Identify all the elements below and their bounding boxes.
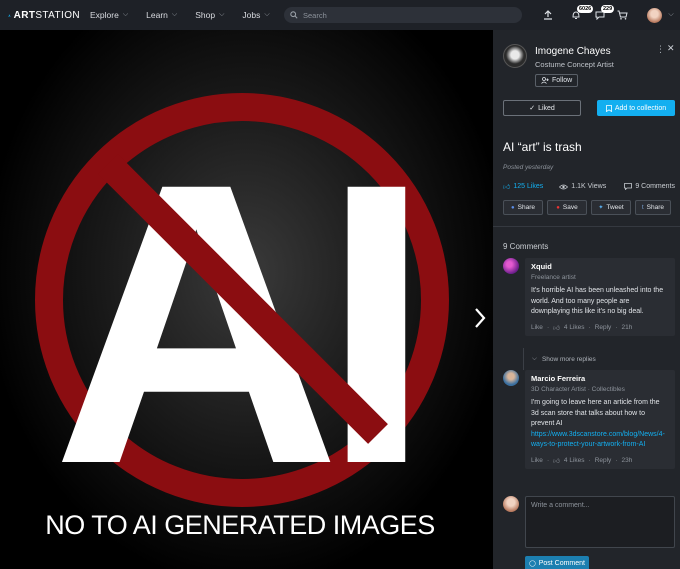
- facebook-share-button[interactable]: ● Share: [503, 200, 543, 215]
- comments-count-stat[interactable]: 9 Comments: [624, 183, 675, 190]
- close-icon[interactable]: ✕: [667, 43, 675, 54]
- chevron-down-icon: ⌵: [264, 11, 270, 18]
- search-icon: [290, 11, 298, 19]
- artwork-image: AI NO TO AI GENERATED IMAGES: [0, 30, 493, 569]
- commenter-role: Freelance artist: [531, 274, 576, 281]
- comments-header: 9 Comments: [503, 242, 549, 251]
- commenter-avatar[interactable]: [503, 258, 519, 274]
- artstation-logo[interactable]: ARTSTATION: [8, 10, 80, 21]
- comment-text: It's horrible AI has been unleashed into…: [531, 287, 664, 315]
- likes-count[interactable]: 👍︎ 125 Likes: [503, 182, 543, 191]
- comment-meta: Like · 👍︎ 4 Likes · Reply · 21h: [531, 324, 633, 332]
- comment-time: 23h: [621, 457, 633, 464]
- comment-link[interactable]: https://www.3dscanstore.com/blog/News/4-…: [531, 431, 665, 449]
- author-avatar[interactable]: [503, 44, 527, 68]
- comment-icon: ◯: [528, 561, 536, 567]
- twitter-icon: ✦: [598, 205, 604, 211]
- nav-learn[interactable]: Learn ⌵: [146, 10, 177, 20]
- facebook-icon: ●: [511, 204, 515, 211]
- liked-button[interactable]: ✓ Liked: [503, 100, 581, 116]
- like-comment-button[interactable]: Like: [531, 324, 543, 331]
- user-avatar[interactable]: [647, 7, 662, 23]
- cart-icon: [617, 10, 628, 20]
- pinterest-save-button[interactable]: ● Save: [547, 200, 587, 215]
- top-icons: 6026 229 ⌵: [537, 0, 680, 30]
- comment-likes: 4 Likes: [563, 324, 585, 331]
- notifications-button[interactable]: 6026: [565, 0, 594, 30]
- details-panel: Imogene Chayes Costume Concept Artist Fo…: [493, 30, 680, 569]
- author-name[interactable]: Imogene Chayes: [535, 46, 611, 57]
- thumbs-up-icon: 👍︎: [503, 184, 511, 191]
- chevron-down-icon: ⌵: [532, 355, 537, 362]
- comment-card: Marcio Ferreira 3D Character Artist · Co…: [525, 370, 675, 469]
- stats-row: 👍︎ 125 Likes 1.1K Views 9 Comments: [503, 182, 675, 191]
- chevron-down-icon: ⌵: [668, 11, 674, 18]
- posted-date: Posted yesterday: [503, 164, 554, 171]
- upload-button[interactable]: [537, 0, 559, 30]
- nav-explore[interactable]: Explore ⌵: [90, 10, 128, 20]
- more-options-icon[interactable]: ⋮: [656, 44, 665, 55]
- post-comment-button[interactable]: ◯ Post Comment: [525, 556, 589, 569]
- comment-text: I'm going to leave here an article from …: [531, 399, 665, 449]
- cart-button[interactable]: [611, 0, 633, 30]
- commenter-name[interactable]: Marcio Ferreira: [531, 374, 669, 383]
- tumblr-share-button[interactable]: t Share: [635, 200, 671, 215]
- divider: [493, 226, 680, 227]
- like-comment-button[interactable]: Like: [531, 457, 543, 464]
- search-bar[interactable]: [284, 7, 522, 23]
- search-input[interactable]: [303, 10, 503, 20]
- user-menu-button[interactable]: ⌵: [662, 0, 680, 30]
- bookmark-icon: [605, 104, 612, 112]
- reply-button[interactable]: Reply: [595, 324, 612, 331]
- no-ai-graphic: AI: [35, 93, 449, 510]
- comment-input[interactable]: [525, 496, 675, 548]
- comment-item: Marcio Ferreira 3D Character Artist · Co…: [503, 370, 675, 484]
- messages-button[interactable]: 229: [589, 0, 615, 30]
- commenter-avatar[interactable]: [503, 370, 519, 386]
- artwork-caption: NO TO AI GENERATED IMAGES: [45, 510, 435, 540]
- top-navigation-bar: ARTSTATION Explore⌵ Learn⌵ Shop⌵ Jobs⌵ 6…: [0, 0, 680, 30]
- logo-text: ARTSTATION: [13, 9, 80, 21]
- nav-shop[interactable]: Shop ⌵: [195, 10, 224, 20]
- chevron-down-icon: ⌵: [219, 11, 225, 18]
- nav-jobs[interactable]: Jobs ⌵: [242, 10, 269, 20]
- artwork-title: AI “art” is trash: [503, 140, 582, 154]
- pinterest-icon: ●: [556, 204, 560, 211]
- share-row: ● Share ● Save ✦ Tweet t Share: [503, 200, 671, 215]
- add-user-icon: [541, 77, 549, 84]
- reply-button[interactable]: Reply: [595, 457, 612, 464]
- comment-icon: [624, 183, 633, 190]
- artstation-logo-icon: [8, 13, 11, 17]
- comment-meta: Like · 👍︎ 4 Likes · Reply · 23h: [531, 457, 633, 465]
- next-artwork-arrow[interactable]: [472, 306, 488, 330]
- comment-item: Xquid Freelance artist It's horrible AI …: [503, 258, 675, 344]
- thumbs-up-icon: 👍︎: [553, 457, 560, 465]
- comment-card: Xquid Freelance artist It's horrible AI …: [525, 258, 675, 336]
- show-more-replies[interactable]: ⌵ Show more replies: [523, 348, 675, 370]
- tumblr-icon: t: [641, 204, 644, 211]
- add-to-collection-button[interactable]: Add to collection: [597, 100, 675, 116]
- upload-icon: [544, 10, 552, 20]
- chevron-down-icon: ⌵: [122, 11, 129, 18]
- eye-icon: [559, 184, 569, 189]
- check-icon: ✓: [529, 105, 536, 112]
- comment-time: 21h: [621, 324, 633, 331]
- main-nav: Explore ⌵ Learn ⌵ Shop ⌵ Jobs ⌵: [90, 10, 288, 20]
- views-count: 1.1K Views: [559, 183, 606, 190]
- twitter-tweet-button[interactable]: ✦ Tweet: [591, 200, 631, 215]
- commenter-role: 3D Character Artist · Collectibles: [531, 386, 625, 393]
- comment-likes: 4 Likes: [563, 457, 585, 464]
- follow-button[interactable]: Follow: [535, 74, 579, 87]
- author-title: Costume Concept Artist: [535, 60, 614, 69]
- commenter-name[interactable]: Xquid: [531, 262, 669, 271]
- thumbs-up-icon: 👍︎: [553, 324, 560, 332]
- my-avatar: [503, 496, 519, 512]
- chevron-down-icon: ⌵: [171, 11, 178, 18]
